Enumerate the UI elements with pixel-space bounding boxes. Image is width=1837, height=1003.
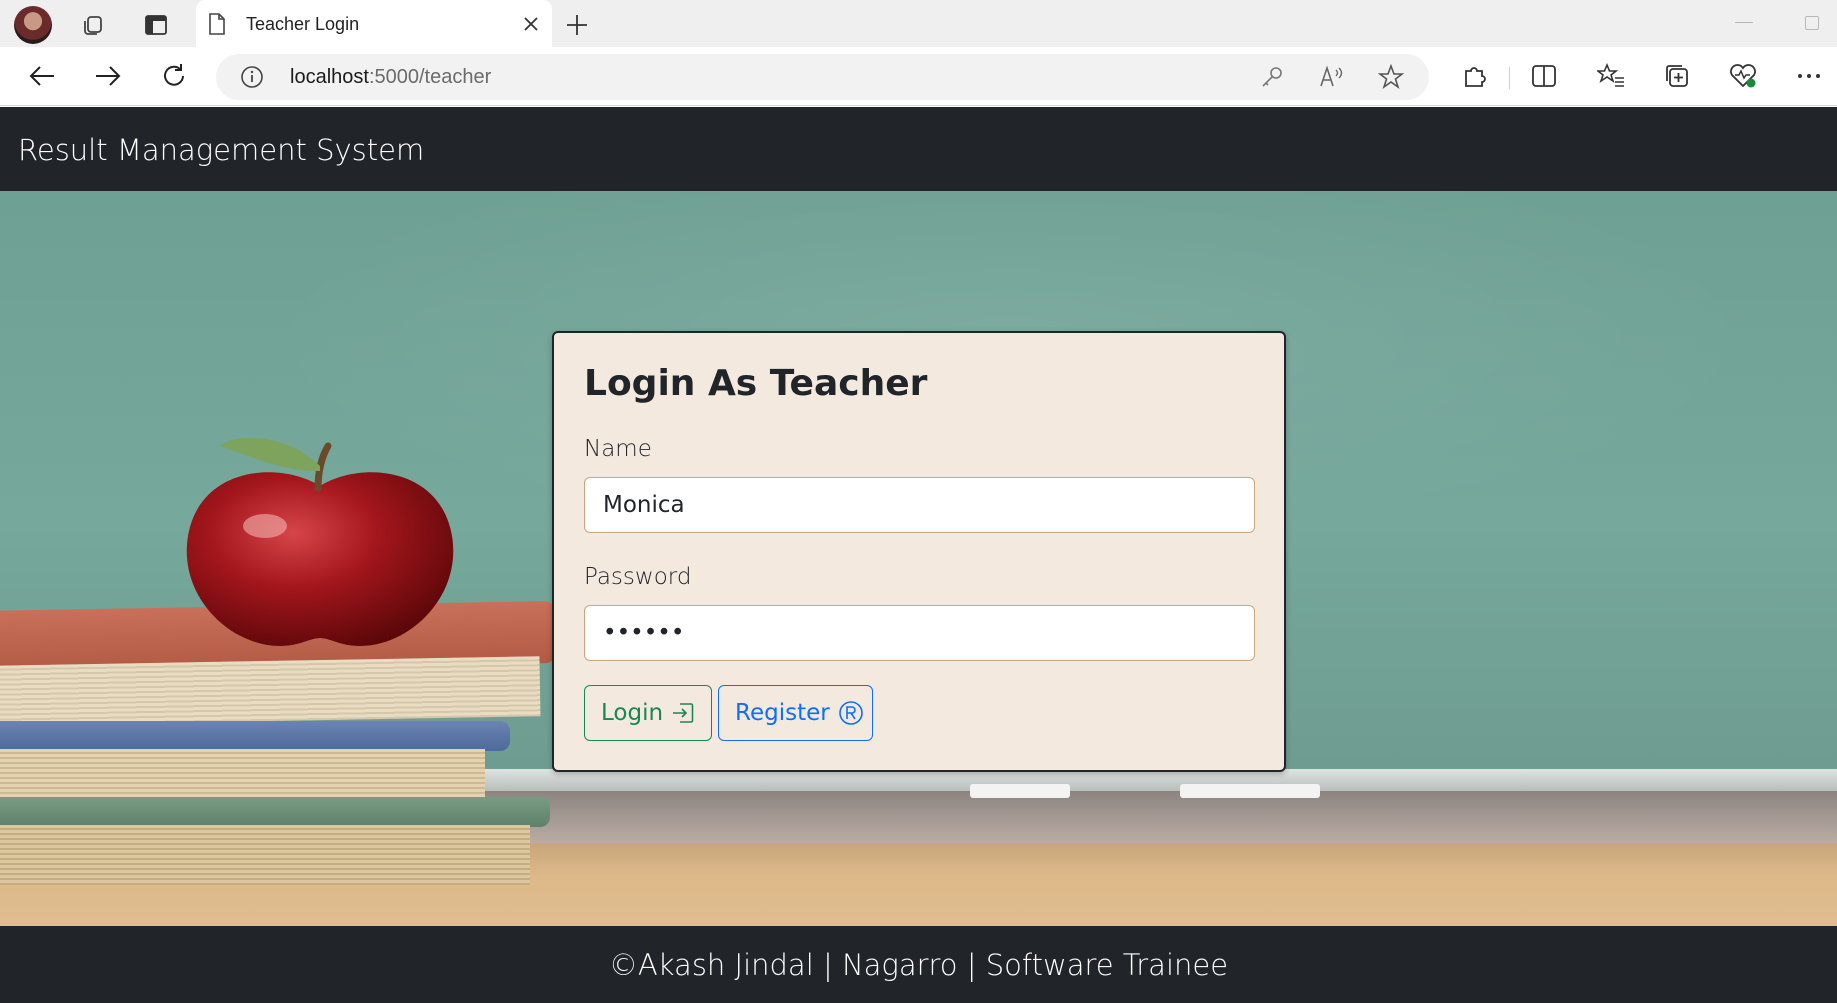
forward-arrow-icon[interactable]	[90, 58, 126, 94]
footer-text: ©Akash Jindal | Nagarro | Software Train…	[608, 948, 1229, 982]
password-label: Password	[584, 564, 692, 590]
password-input[interactable]: ••••••	[584, 605, 1255, 661]
toolbar-divider	[1509, 67, 1510, 89]
browser-toolbar: localhost:5000/teacher	[0, 47, 1837, 106]
tab-title: Teacher Login	[246, 14, 360, 34]
browser-tabstrip: Teacher Login	[0, 0, 1837, 47]
refresh-icon[interactable]	[156, 58, 192, 94]
more-icon[interactable]	[1792, 59, 1826, 93]
board-frame	[480, 791, 1837, 843]
back-arrow-icon[interactable]	[24, 58, 60, 94]
registered-icon	[838, 700, 864, 726]
address-bar[interactable]: localhost:5000/teacher	[216, 54, 1429, 100]
apple-image	[186, 437, 454, 646]
book-pages	[0, 749, 485, 801]
chalk-piece	[970, 784, 1070, 798]
split-screen-icon[interactable]	[1527, 59, 1561, 93]
login-button[interactable]: Login	[584, 685, 712, 741]
url-text[interactable]: localhost:5000/teacher	[290, 66, 491, 89]
chalk-piece	[1180, 784, 1320, 798]
restore-icon[interactable]	[1805, 16, 1819, 30]
read-aloud-icon[interactable]	[1318, 64, 1346, 90]
key-icon[interactable]	[1258, 64, 1286, 90]
book-middle	[0, 721, 510, 751]
favorites-list-icon[interactable]	[1594, 59, 1628, 93]
login-card: Login As Teacher Name Monica Password ••…	[552, 331, 1286, 772]
book-bottom	[0, 797, 550, 827]
plus-icon[interactable]	[562, 10, 592, 40]
site-footer: ©Akash Jindal | Nagarro | Software Train…	[0, 926, 1837, 1003]
workspaces-icon[interactable]	[78, 10, 108, 40]
card-title: Login As Teacher	[584, 363, 928, 404]
tab-teacher-login[interactable]: Teacher Login	[196, 0, 552, 47]
star-icon[interactable]	[1377, 64, 1405, 90]
site-navbar: Result Management System	[0, 107, 1837, 191]
register-button-label: Register	[735, 700, 830, 726]
chalk-ledge	[480, 769, 1837, 791]
vertical-tabs-icon[interactable]	[141, 10, 171, 40]
register-button[interactable]: Register	[718, 685, 873, 741]
info-icon[interactable]	[240, 65, 264, 94]
minimize-icon[interactable]	[1735, 22, 1753, 23]
name-label: Name	[584, 436, 652, 462]
close-icon[interactable]	[518, 11, 544, 37]
login-arrow-icon	[671, 701, 695, 725]
page-icon	[208, 13, 226, 40]
puzzle-icon[interactable]	[1457, 59, 1491, 93]
name-input[interactable]: Monica	[584, 477, 1255, 533]
browser-essentials-icon[interactable]	[1726, 59, 1760, 93]
collections-icon[interactable]	[1660, 59, 1694, 93]
avatar[interactable]	[14, 6, 52, 44]
book-pages	[0, 825, 530, 885]
navbar-brand[interactable]: Result Management System	[18, 133, 424, 167]
login-button-label: Login	[601, 700, 664, 726]
book-pages	[0, 656, 541, 726]
